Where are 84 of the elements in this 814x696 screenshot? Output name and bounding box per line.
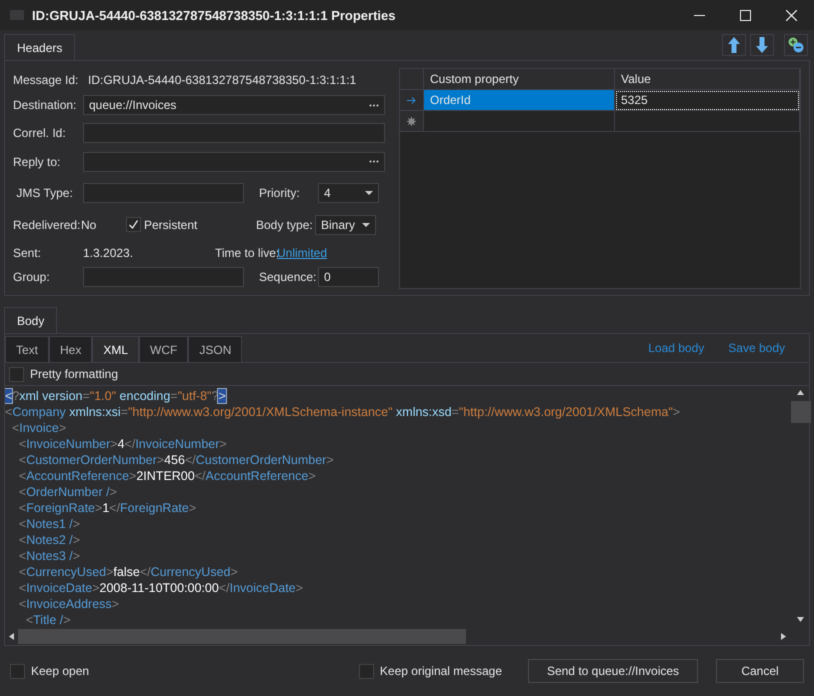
window-title: ID:GRUJA-54440-638132787548738350-1:3:1:1:1 Properties [32,8,396,22]
field-label: Sequence: [259,270,318,284]
code-line: <InvoiceAddress> [18,596,120,612]
checkbox-label: Pretty formatting [30,367,118,381]
sent-value: 1.3.2023. [83,246,134,260]
code-line: <CurrencyUsed>false</CurrencyUsed> [18,564,239,580]
body-tab[interactable]: Body [4,307,58,333]
caret-icon [362,222,370,227]
maximize-icon[interactable] [740,10,750,20]
field-label: JMS Type: [15,186,74,200]
body-link[interactable]: Load body [648,341,704,355]
move-up-button[interactable] [722,34,746,56]
table-cell[interactable]: 5325 [615,90,800,112]
format-tab[interactable]: Hex [49,336,92,362]
jms-type-field[interactable] [83,182,244,203]
field-label: Correl. Id: [13,126,67,140]
code-line: <Notes2 /> [18,532,82,548]
body-link[interactable]: Save body [728,341,785,355]
field-label: Priority: [259,186,301,200]
persistent-checkbox[interactable] [126,217,141,232]
arrow-down-icon[interactable] [756,37,768,54]
vertical-scroll-thumb[interactable] [790,401,810,423]
scroll-left-icon[interactable] [9,633,14,640]
field-label: Destination: [13,98,78,112]
reply-to-field[interactable] [83,152,385,172]
field-label: Reply to: [13,154,62,169]
column-header[interactable]: Value [615,69,800,90]
body-type-dropdown[interactable]: Binary [315,214,376,235]
format-tab[interactable]: JSON [188,336,242,362]
code-line: <Title /> [24,612,72,628]
headers-tab[interactable]: Headers [4,34,76,60]
code-line: <InvoiceDate>2008-11-10T00:00:00</InvoiceDate> [18,580,304,596]
add-remove-button[interactable] [784,34,808,56]
table-cell[interactable]: OrderId [424,90,615,112]
checkbox-label: Keep original message [380,664,502,678]
send-button[interactable]: Send to queue://Invoices [528,659,698,683]
code-line: <Notes1 /> [18,516,82,532]
format-tab[interactable]: XML [92,336,140,362]
sequence-field[interactable]: 0 [318,267,379,288]
format-tab[interactable]: Text [5,336,50,362]
pretty-formatting-checkbox[interactable] [9,366,24,382]
horizontal-scroll-thumb[interactable] [18,629,466,644]
destination-field[interactable]: queue://Invoices [83,95,385,116]
field-label: Redelivered: [13,218,81,232]
scroll-up-icon[interactable] [797,390,804,395]
scroll-down-icon[interactable] [797,617,804,622]
group-field[interactable] [83,267,244,288]
message-id-value: ID:GRUJA-54440-638132787548738350-1:3:1:1:1 [88,73,356,88]
scroll-right-icon[interactable] [781,633,786,640]
code-line: <OrderNumber /> [18,484,118,500]
code-line: <AccountReference>2INTER00</AccountReference> [18,468,317,484]
field-label: Body type: [256,218,314,232]
priority-dropdown[interactable]: 4 [318,182,379,203]
cancel-button[interactable]: Cancel [716,659,804,683]
redelivered-value: No [81,218,98,232]
checkbox-label: Persistent [144,218,198,232]
correl-id-field[interactable] [83,123,385,144]
field-label: Group: [13,270,51,284]
ellipsis-icon[interactable] [369,104,379,107]
close-icon[interactable] [786,10,796,20]
new-row-icon [407,116,416,126]
field-label: Message Id: [13,73,80,88]
current-row-icon [407,96,416,104]
move-down-button[interactable] [750,34,774,56]
code-line: <Company xmlns:xsi="http://www.w3.org/2001/XMLSchema-instance" xmlns:xsd="http://www.w3.org/2001/XMLSchema"> [5,404,682,420]
time-to-live-link[interactable]: Unlimited [277,246,328,260]
code-line: <Invoice> [10,420,68,436]
code-line: <InvoiceNumber>4</InvoiceNumber> [18,436,228,452]
caret-icon [365,190,373,195]
table-cell[interactable] [615,111,800,132]
table-cell[interactable] [424,111,615,132]
field-label: Sent: [13,246,42,260]
minimize-icon[interactable] [694,14,704,16]
code-line: <CustomerOrderNumber>456</CustomerOrderNumber> [18,452,335,468]
arrow-up-icon[interactable] [728,37,740,54]
keep-open-checkbox[interactable] [10,664,25,678]
checkbox-label: Keep open [31,664,90,678]
ellipsis-icon[interactable] [369,160,379,164]
code-line: <Notes3 /> [18,548,82,564]
field-label: Time to live: [215,246,277,260]
column-header[interactable]: Custom property [424,69,615,90]
keep-original-checkbox[interactable] [358,664,374,678]
code-line: <ForeignRate>1</ForeignRate> [18,500,198,516]
format-tab[interactable]: WCF [139,336,188,362]
